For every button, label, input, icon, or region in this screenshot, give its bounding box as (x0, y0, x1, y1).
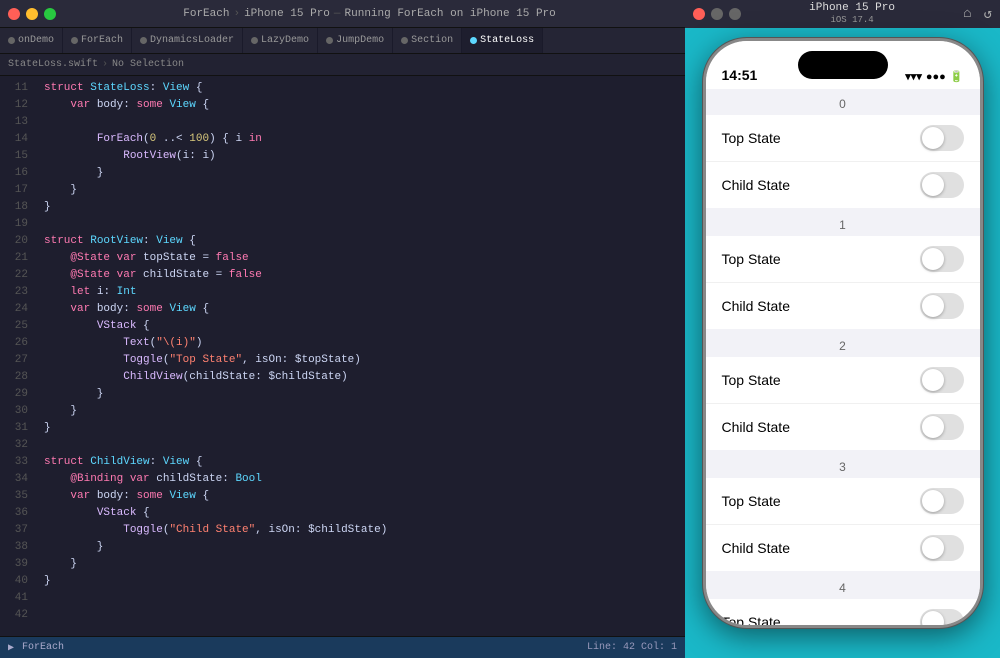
signal-icon: ●●● (926, 71, 946, 83)
toggle-row-2-1[interactable]: Child State (706, 404, 980, 450)
toggle-row-1-0[interactable]: Top State (706, 236, 980, 283)
tab-state-loss[interactable]: StateLoss (462, 28, 543, 53)
section-card-0: Top State Child State (706, 115, 980, 208)
ios-toggle-3-0[interactable] (920, 488, 964, 514)
bottom-bar-label: ForEach (22, 642, 64, 653)
list-content[interactable]: 0 Top State Child State 1 Top State Child Sta… (706, 89, 980, 625)
list-section-3: 3 Top State Child State (706, 452, 980, 571)
ios-toggle-4-0[interactable] (920, 609, 964, 625)
section-number-0: 0 (706, 89, 980, 115)
breadcrumb-bar: StateLoss.swift › No Selection (0, 54, 685, 76)
section-number-4: 4 (706, 573, 980, 599)
section-number-2: 2 (706, 331, 980, 357)
toggle-label-0-1: Child State (722, 177, 920, 193)
toggle-row-3-1[interactable]: Child State (706, 525, 980, 571)
bottom-bar: ▶ ForEach Line: 42 Col: 1 (0, 636, 685, 658)
section-card-4: Top StateChild State (706, 599, 980, 625)
iphone-frame: 14:51 ▾▾▾ ●●● 🔋 0 Top State Child State 1 To… (703, 38, 983, 628)
list-section-1: 1 Top State Child State (706, 210, 980, 329)
tab-dynamics-loader[interactable]: DynamicsLoader (132, 28, 243, 53)
toggle-label-1-1: Child State (722, 298, 920, 314)
sim-maximize-button[interactable] (729, 8, 741, 20)
title-bar-center: ForEach › iPhone 15 Pro — Running ForEac… (62, 8, 677, 20)
tab-bar: onDemo ForEach DynamicsLoader LazyDemo J… (0, 28, 685, 54)
list-section-2: 2 Top State Child State (706, 331, 980, 450)
section-card-3: Top State Child State (706, 478, 980, 571)
tab-on-demo[interactable]: onDemo (0, 28, 63, 53)
status-time: 14:51 (722, 67, 758, 83)
play-icon: ▶ (8, 642, 14, 654)
toggle-row-2-0[interactable]: Top State (706, 357, 980, 404)
code-area[interactable]: 11 12 13 14 15 16 17 18 19 20 21 22 23 2… (0, 76, 685, 636)
minimize-button[interactable] (26, 8, 38, 20)
status-icons: ▾▾▾ ●●● 🔋 (905, 70, 963, 83)
toggle-label-3-0: Top State (722, 493, 920, 509)
ios-toggle-0-1[interactable] (920, 172, 964, 198)
sim-titlebar: iPhone 15 Pro iOS 17.4 ⌂ ↺ (685, 0, 1000, 28)
running-label: Running ForEach on iPhone 15 Pro (345, 8, 556, 20)
toggle-label-2-1: Child State (722, 419, 920, 435)
ios-toggle-2-0[interactable] (920, 367, 964, 393)
close-button[interactable] (8, 8, 20, 20)
breadcrumb-item: No Selection (112, 59, 184, 70)
breadcrumb-item: StateLoss.swift (8, 59, 98, 70)
ios-toggle-1-0[interactable] (920, 246, 964, 272)
battery-icon: 🔋 (950, 70, 964, 83)
simulator-panel: iPhone 15 Pro iOS 17.4 ⌂ ↺ 14:51 ▾▾▾ ●●●… (685, 0, 1000, 658)
ios-toggle-1-1[interactable] (920, 293, 964, 319)
toggle-label-1-0: Top State (722, 251, 920, 267)
maximize-button[interactable] (44, 8, 56, 20)
toggle-label-2-0: Top State (722, 372, 920, 388)
list-section-4: 4Top StateChild State (706, 573, 980, 625)
section-card-1: Top State Child State (706, 236, 980, 329)
toggle-label-4-0: Top State (722, 614, 920, 625)
dynamic-island (798, 51, 888, 79)
ios-toggle-0-0[interactable] (920, 125, 964, 151)
section-number-3: 3 (706, 452, 980, 478)
tab-lazy-demo[interactable]: LazyDemo (243, 28, 318, 53)
section-card-2: Top State Child State (706, 357, 980, 450)
toggle-row-0-0[interactable]: Top State (706, 115, 980, 162)
tab-foreach[interactable]: ForEach (63, 28, 132, 53)
sim-close-button[interactable] (693, 8, 705, 20)
line-numbers: 11 12 13 14 15 16 17 18 19 20 21 22 23 2… (0, 76, 36, 636)
toggle-row-3-0[interactable]: Top State (706, 478, 980, 525)
toggle-row-0-1[interactable]: Child State (706, 162, 980, 208)
tab-jump-demo[interactable]: JumpDemo (318, 28, 393, 53)
toggle-label-0-0: Top State (722, 130, 920, 146)
wifi-icon: ▾▾▾ (905, 70, 922, 83)
section-number-1: 1 (706, 210, 980, 236)
toggle-row-1-1[interactable]: Child State (706, 283, 980, 329)
status-label: Line: 42 Col: 1 (587, 642, 677, 653)
device-name-label: iPhone 15 Pro (809, 2, 895, 15)
ios-toggle-3-1[interactable] (920, 535, 964, 561)
tab-section[interactable]: Section (393, 28, 462, 53)
sim-minimize-button[interactable] (711, 8, 723, 20)
ios-version-label: iOS 17.4 (830, 15, 873, 26)
editor-panel: ForEach › iPhone 15 Pro — Running ForEac… (0, 0, 685, 658)
ios-toggle-2-1[interactable] (920, 414, 964, 440)
toggle-label-3-1: Child State (722, 540, 920, 556)
toggle-row-4-0[interactable]: Top State (706, 599, 980, 625)
sim-title-text: iPhone 15 Pro iOS 17.4 (747, 2, 957, 26)
title-label: ForEach (183, 8, 229, 20)
code-content[interactable]: struct StateLoss: View { var body: some … (36, 76, 685, 636)
title-bar: ForEach › iPhone 15 Pro — Running ForEac… (0, 0, 685, 28)
sim-rotate-icon[interactable]: ↺ (984, 6, 992, 23)
device-label: iPhone 15 Pro (244, 8, 330, 20)
list-section-0: 0 Top State Child State (706, 89, 980, 208)
sim-home-icon[interactable]: ⌂ (963, 6, 971, 22)
